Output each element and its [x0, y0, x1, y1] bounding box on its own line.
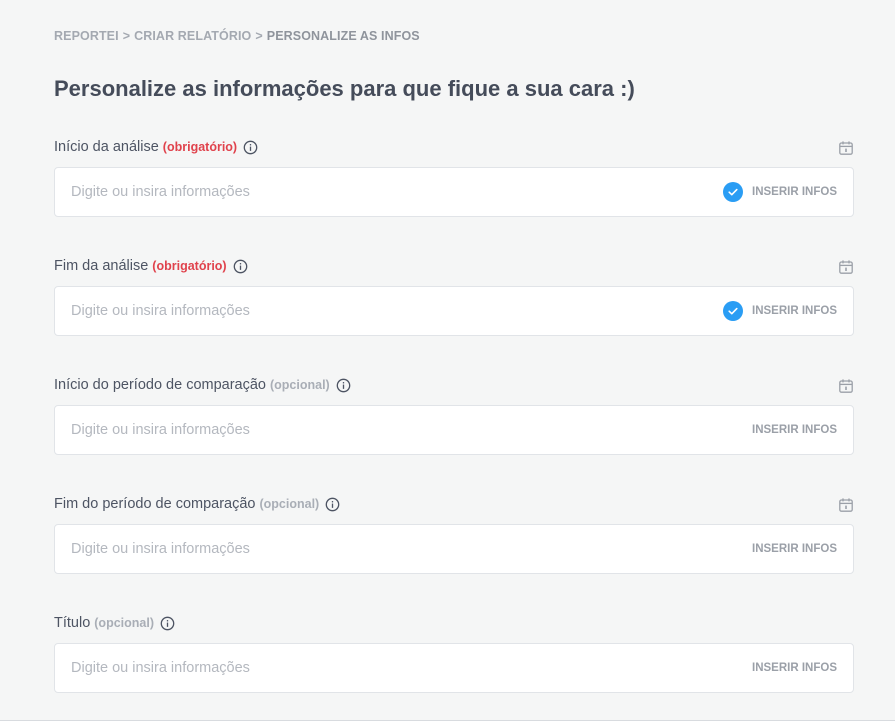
inserir-infos-label: INSERIR INFOS — [752, 543, 837, 555]
fim-comparacao-input-box: INSERIR INFOS — [54, 524, 854, 574]
breadcrumb-item-reportei[interactable]: REPORTEI — [54, 29, 119, 43]
breadcrumb-separator: > — [122, 29, 131, 43]
required-tag: (obrigatório) — [162, 140, 238, 154]
optional-tag: (opcional) — [94, 616, 154, 630]
field-label-text: Fim do período de comparação — [54, 496, 256, 512]
field-label-row: Início da análise (obrigatório) — [54, 139, 854, 159]
breadcrumb-separator: > — [255, 29, 263, 43]
check-circle-icon — [723, 182, 744, 202]
field-label-text: Título — [54, 615, 91, 631]
inserir-infos-button[interactable]: INSERIR INFOS — [723, 168, 837, 216]
inserir-infos-label: INSERIR INFOS — [752, 305, 837, 317]
field-label-row: Fim do período de comparação (opcional) — [54, 496, 854, 516]
inicio-comparacao-input[interactable] — [71, 406, 671, 454]
calendar-icon[interactable] — [838, 378, 854, 394]
calendar-icon[interactable] — [838, 259, 854, 275]
inicio-analise-input-box: INSERIR INFOS — [54, 167, 854, 217]
info-icon[interactable] — [160, 616, 175, 631]
titulo-input-box: INSERIR INFOS — [54, 643, 854, 693]
calendar-icon[interactable] — [838, 497, 854, 513]
breadcrumb-item-criar-relatorio[interactable]: CRIAR RELATÓRIO — [134, 29, 251, 43]
field-label-row: Início do período de comparação (opciona… — [54, 377, 854, 397]
info-icon[interactable] — [325, 497, 340, 512]
field-label-text: Início da análise — [54, 139, 159, 155]
field-fim-analise: Fim da análise (obrigatório) INSERIR INF… — [54, 258, 854, 348]
field-label-row: Fim da análise (obrigatório) — [54, 258, 854, 278]
inicio-comparacao-input-box: INSERIR INFOS — [54, 405, 854, 455]
field-label: Início da análise (obrigatório) — [54, 139, 258, 155]
inicio-analise-input[interactable] — [71, 168, 671, 216]
field-label-text: Fim da análise — [54, 258, 149, 274]
inserir-infos-button[interactable]: INSERIR INFOS — [752, 406, 837, 454]
info-icon[interactable] — [243, 140, 258, 155]
optional-tag: (opcional) — [259, 497, 320, 511]
titulo-input[interactable] — [71, 644, 671, 692]
field-label: Início do período de comparação (opciona… — [54, 377, 351, 393]
breadcrumb: REPORTEI > CRIAR RELATÓRIO > PERSONALIZE AS … — [54, 29, 420, 43]
field-inicio-analise: Início da análise (obrigatório) INSERIR … — [54, 139, 854, 229]
info-icon[interactable] — [336, 378, 351, 393]
calendar-icon[interactable] — [838, 140, 854, 156]
inserir-infos-button[interactable]: INSERIR INFOS — [752, 525, 837, 573]
field-label: Fim do período de comparação (opcional) — [54, 496, 340, 512]
inserir-infos-label: INSERIR INFOS — [752, 662, 837, 674]
check-circle-icon — [723, 301, 744, 321]
field-titulo: Título (opcional) INSERIR INFOS — [54, 615, 854, 705]
field-fim-comparacao: Fim do período de comparação (opcional) … — [54, 496, 854, 586]
fim-comparacao-input[interactable] — [71, 525, 671, 573]
field-label-row: Título (opcional) — [54, 615, 854, 635]
field-inicio-comparacao: Início do período de comparação (opciona… — [54, 377, 854, 467]
inserir-infos-label: INSERIR INFOS — [752, 186, 837, 198]
optional-tag: (opcional) — [270, 378, 330, 392]
field-label: Fim da análise (obrigatório) — [54, 258, 248, 274]
breadcrumb-item-current: PERSONALIZE AS INFOS — [266, 29, 420, 43]
info-icon[interactable] — [233, 259, 248, 274]
page-title: Personalize as informações para que fiqu… — [54, 76, 635, 101]
fim-analise-input[interactable] — [71, 287, 671, 335]
inserir-infos-button[interactable]: INSERIR INFOS — [723, 287, 837, 335]
inserir-infos-button[interactable]: INSERIR INFOS — [752, 644, 837, 692]
required-tag: (obrigatório) — [152, 259, 227, 273]
fim-analise-input-box: INSERIR INFOS — [54, 286, 854, 336]
inserir-infos-label: INSERIR INFOS — [752, 424, 837, 436]
field-label: Título (opcional) — [54, 615, 175, 631]
field-label-text: Início do período de comparação — [54, 377, 266, 393]
